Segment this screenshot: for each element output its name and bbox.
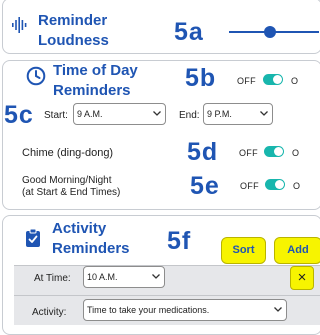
loudness-slider[interactable] <box>229 24 319 40</box>
activity-title-line1: Activity <box>52 220 107 237</box>
time-of-day-title-line1: Time of Day <box>53 62 138 79</box>
chevron-down-icon <box>260 111 268 116</box>
start-label: Start: <box>44 110 68 121</box>
chevron-down-icon <box>153 111 161 116</box>
activity-label: Activity: <box>32 307 67 318</box>
toggle-knob <box>275 180 284 189</box>
loudness-title-line1: Reminder <box>38 12 108 29</box>
chime-off-label: OFF <box>239 148 258 158</box>
chime-label: Chime (ding-dong) <box>22 147 114 159</box>
toggle-knob <box>273 75 282 84</box>
activity-value: Time to take your medications. <box>87 305 210 315</box>
end-label: End: <box>179 110 200 121</box>
callout-5c: 5c <box>4 101 34 129</box>
good-morning-toggle[interactable] <box>265 179 285 190</box>
add-button[interactable]: Add <box>274 237 320 264</box>
good-morning-label-line2: (at Start & End Times) <box>22 187 121 198</box>
callout-5f: 5f <box>167 227 192 255</box>
at-time-value: 10 A.M. <box>87 272 118 282</box>
start-time-select[interactable]: 9 A.M. <box>73 103 166 125</box>
loudness-title-line2: Loudness <box>38 32 109 49</box>
sort-button[interactable]: Sort <box>221 237 266 264</box>
time-of-day-title-line2: Reminders <box>53 82 131 99</box>
end-time-select[interactable]: 9 P.M. <box>203 103 273 125</box>
chevron-down-icon <box>152 274 160 279</box>
callout-5b: 5b <box>185 64 217 92</box>
callout-5e: 5e <box>190 172 220 200</box>
divider <box>14 295 320 296</box>
chime-toggle[interactable] <box>264 146 284 157</box>
divider <box>14 265 320 266</box>
time-of-day-on-label: O <box>291 76 299 86</box>
activity-title-line2: Reminders <box>52 240 130 257</box>
at-time-select[interactable]: 10 A.M. <box>83 266 165 288</box>
callout-5a: 5a <box>174 18 204 46</box>
good-morning-on-label: O <box>293 181 301 191</box>
end-time-value: 9 P.M. <box>207 109 232 119</box>
volume-bars-icon <box>12 17 27 33</box>
clipboard-check-icon <box>26 228 40 247</box>
start-time-value: 9 A.M. <box>77 109 103 119</box>
good-morning-off-label: OFF <box>240 181 259 191</box>
callout-5d: 5d <box>187 138 219 166</box>
chevron-down-icon <box>274 307 282 312</box>
chime-on-label: O <box>292 148 300 158</box>
remove-activity-button[interactable]: × <box>290 266 314 290</box>
time-of-day-toggle[interactable] <box>263 74 283 85</box>
time-of-day-off-label: OFF <box>237 76 256 86</box>
activity-select[interactable]: Time to take your medications. <box>83 299 287 321</box>
clock-icon <box>26 66 46 86</box>
slider-thumb[interactable] <box>263 26 276 38</box>
toggle-knob <box>274 147 283 156</box>
good-morning-label-line1: Good Morning/Night <box>22 175 112 186</box>
at-time-label: At Time: <box>34 273 71 284</box>
